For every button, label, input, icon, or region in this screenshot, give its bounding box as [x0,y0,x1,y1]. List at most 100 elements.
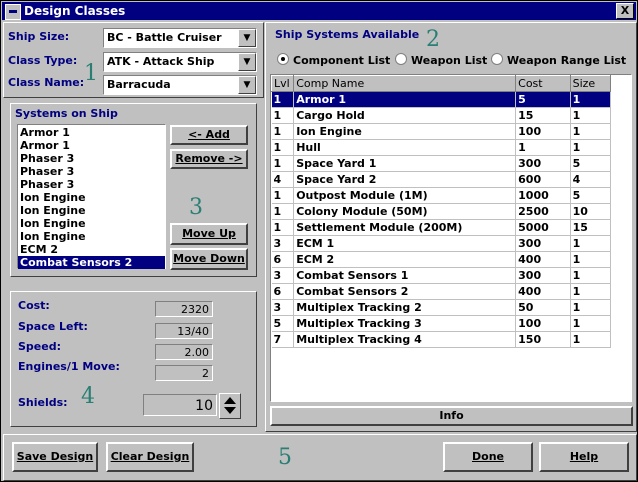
system-list-item[interactable]: Armor 1 [18,126,165,139]
cell-cost: 300 [515,235,571,252]
table-row[interactable]: 7 Multiplex Tracking 4 150 1 [271,331,612,348]
add-label: <- Add [188,128,230,141]
ship-size-label: Ship Size: [8,30,70,43]
table-row[interactable]: 1 Ion Engine 100 1 [271,123,612,140]
components-table[interactable]: Lvl Comp Name Cost Size 1 Armor 1 5 1 1 Cargo… [271,75,612,348]
system-list-item[interactable]: Combat Sensors 2 [18,256,165,269]
cell-size: 1 [570,315,612,332]
radio-weapon-label: Weapon List [411,54,488,67]
system-list-item[interactable]: Ion Engine [18,217,165,230]
class-type-select[interactable]: ATK - Attack Ship ▼ [103,52,257,72]
components-table-box[interactable]: Lvl Comp Name Cost Size 1 Armor 1 5 1 1 Cargo… [270,74,632,402]
add-button[interactable]: <- Add [170,125,248,145]
cell-lvl: 6 [271,251,295,268]
down-arrow-icon[interactable] [224,407,236,414]
shields-value[interactable]: 10 [143,394,217,416]
up-arrow-icon[interactable] [224,397,236,404]
ship-size-select[interactable]: BC - Battle Cruiser ▼ [103,28,257,48]
cell-name: Multiplex Tracking 2 [293,299,517,316]
system-list-item[interactable]: Ion Engine [18,230,165,243]
cell-cost: 5 [515,91,571,108]
table-row[interactable]: 3 Multiplex Tracking 2 50 1 [271,299,612,316]
radio-weapon-range-list[interactable]: Weapon Range List [491,53,626,67]
info-button[interactable]: Info [270,406,633,426]
move-up-button[interactable]: Move Up [170,223,248,245]
system-list-item[interactable]: Phaser 3 [18,152,165,165]
column-header-size[interactable]: Size [569,75,612,92]
system-list-item[interactable]: Ion Engine [18,191,165,204]
help-button[interactable]: Help [539,442,629,472]
cell-cost: 300 [515,155,571,172]
marker-5: 5 [278,445,292,470]
remove-label: Remove -> [175,152,243,165]
system-list-item[interactable]: Phaser 3 [18,165,165,178]
cell-cost: 150 [515,331,571,348]
table-row[interactable]: 1 Colony Module (50M) 2500 10 [271,203,612,220]
system-list-item[interactable]: Ion Engine [18,204,165,217]
cell-cost: 100 [515,315,571,332]
table-row[interactable]: 1 Outpost Module (1M) 1000 5 [271,187,612,204]
chevron-down-icon[interactable]: ▼ [238,53,256,71]
radio-weapon-list[interactable]: Weapon List [395,53,487,67]
system-list-item[interactable]: Phaser 3 [18,178,165,191]
system-list-item[interactable]: ECM 2 [18,243,165,256]
clear-design-label: Clear Design [110,450,190,463]
class-name-combo[interactable]: Barracuda ▼ [103,75,257,95]
table-row[interactable]: 1 Space Yard 1 300 5 [271,155,612,172]
done-button[interactable]: Done [443,442,533,472]
class-name-value: Barracuda [107,78,171,91]
window-menu-icon[interactable] [5,4,21,20]
table-row[interactable]: 1 Hull 1 1 [271,139,612,156]
column-header-name[interactable]: Comp Name [293,75,517,92]
system-list-item[interactable]: Armor 1 [18,139,165,152]
column-header-cost[interactable]: Cost [515,75,571,92]
cell-cost: 15 [515,107,571,124]
cell-cost: 400 [515,251,571,268]
cell-size: 1 [570,123,612,140]
cell-cost: 1 [515,139,571,156]
clear-design-button[interactable]: Clear Design [106,442,194,472]
cell-cost: 50 [515,299,571,316]
save-design-button[interactable]: Save Design [12,442,98,472]
cell-name: Ion Engine [293,123,517,140]
table-row[interactable]: 6 Combat Sensors 2 400 1 [271,283,612,300]
table-row[interactable]: 1 Armor 151 [271,91,612,108]
cell-size: 5 [570,187,612,204]
radio-off-icon [395,53,407,65]
cell-lvl: 3 [271,267,295,284]
title-bar[interactable]: Design Classes X [2,2,636,20]
space-left-label: Space Left: [18,320,88,333]
remove-button[interactable]: Remove -> [170,149,248,169]
move-down-button[interactable]: Move Down [170,248,248,270]
systems-list[interactable]: Armor 1 Armor 1 Phaser 3 Phaser 3 Phaser 3 Io… [17,124,166,269]
table-row[interactable]: 6 ECM 2 400 1 [271,251,612,268]
chevron-down-icon[interactable]: ▼ [238,76,256,94]
cell-size: 1 [570,107,612,124]
cell-name: Space Yard 2 [293,171,517,188]
move-down-label: Move Down [173,252,245,265]
radio-range-label: Weapon Range List [507,54,627,67]
radio-component-list[interactable]: Component List [277,53,390,67]
table-row[interactable]: 3 ECM 1 300 1 [271,235,612,252]
cell-name: Multiplex Tracking 3 [293,315,517,332]
column-header-lvl[interactable]: Lvl [271,75,295,92]
table-row[interactable]: 1 Cargo Hold 15 1 [271,107,612,124]
table-row[interactable]: 5 Multiplex Tracking 3 100 1 [271,315,612,332]
chevron-down-icon[interactable]: ▼ [238,29,256,47]
cost-label: Cost: [18,299,50,312]
shields-spinner[interactable] [219,393,241,419]
class-name-label: Class Name: [8,76,85,89]
cell-lvl: 3 [271,299,295,316]
radio-on-icon [277,53,289,65]
table-row[interactable]: 3 Combat Sensors 1 300 1 [271,267,612,284]
table-row[interactable]: 4 Space Yard 2 600 4 [271,171,612,188]
class-type-label: Class Type: [8,54,78,67]
cell-lvl: 1 [271,219,295,236]
engines-value: 2 [155,365,213,381]
table-row[interactable]: 1 Settlement Module (200M) 5000 15 [271,219,612,236]
save-design-label: Save Design [16,450,94,463]
cell-lvl: 1 [271,203,295,220]
cell-lvl: 1 [271,123,295,140]
cell-name: Combat Sensors 1 [293,267,517,284]
close-button[interactable]: X [616,3,634,19]
